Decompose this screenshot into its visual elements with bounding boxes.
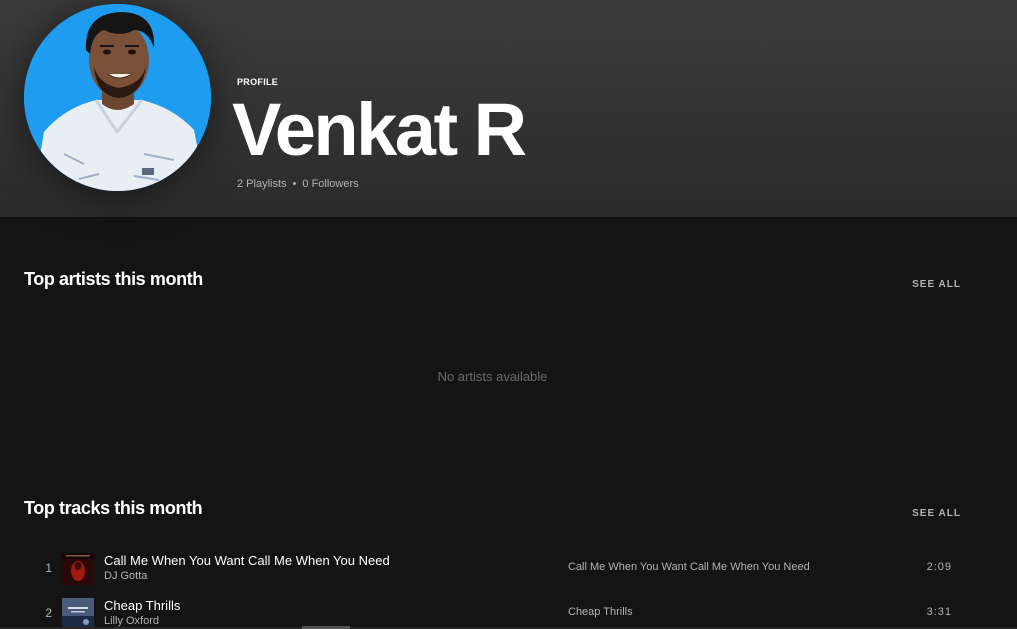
profile-name: Venkat R bbox=[232, 88, 527, 171]
user-photo-icon bbox=[24, 4, 211, 191]
track-number: 1 bbox=[45, 561, 52, 575]
track-row[interactable]: 1 Call Me When You Want Call Me When You… bbox=[24, 549, 984, 589]
track-duration: 2:09 bbox=[926, 561, 952, 573]
track-album[interactable]: Call Me When You Want Call Me When You N… bbox=[568, 561, 810, 573]
top-tracks-see-all-button[interactable]: SEE ALL bbox=[912, 508, 961, 519]
track-album[interactable]: Cheap Thrills bbox=[568, 606, 633, 618]
profile-type-label: PROFILE bbox=[237, 77, 279, 87]
top-tracks-title[interactable]: Top tracks this month bbox=[24, 498, 203, 519]
album-art-icon bbox=[62, 598, 94, 629]
followers-count-link[interactable]: 0 Followers bbox=[302, 178, 358, 190]
track-artist[interactable]: Lilly Oxford bbox=[104, 615, 159, 627]
album-art-icon bbox=[62, 553, 94, 585]
track-title[interactable]: Cheap Thrills bbox=[104, 598, 180, 613]
profile-stats: 2 Playlists • 0 Followers bbox=[237, 178, 359, 190]
profile-avatar[interactable] bbox=[24, 4, 211, 191]
track-title[interactable]: Call Me When You Want Call Me When You N… bbox=[104, 553, 390, 568]
top-artists-title[interactable]: Top artists this month bbox=[24, 269, 203, 290]
playlists-count-link[interactable]: 2 Playlists bbox=[237, 178, 287, 190]
track-number: 2 bbox=[45, 606, 52, 620]
track-artist[interactable]: DJ Gotta bbox=[104, 570, 147, 582]
stats-separator: • bbox=[292, 178, 297, 190]
profile-header: PROFILE Venkat R 2 Playlists • 0 Followers bbox=[0, 0, 1017, 217]
top-artists-empty-message: No artists available bbox=[437, 369, 548, 384]
track-duration: 3:31 bbox=[926, 606, 952, 618]
top-artists-see-all-button[interactable]: SEE ALL bbox=[912, 279, 961, 290]
profile-page: PROFILE Venkat R 2 Playlists • 0 Followers… bbox=[0, 0, 1017, 629]
track-row[interactable]: 2 Cheap Thrills Lilly Oxford Cheap Thril… bbox=[24, 594, 984, 629]
